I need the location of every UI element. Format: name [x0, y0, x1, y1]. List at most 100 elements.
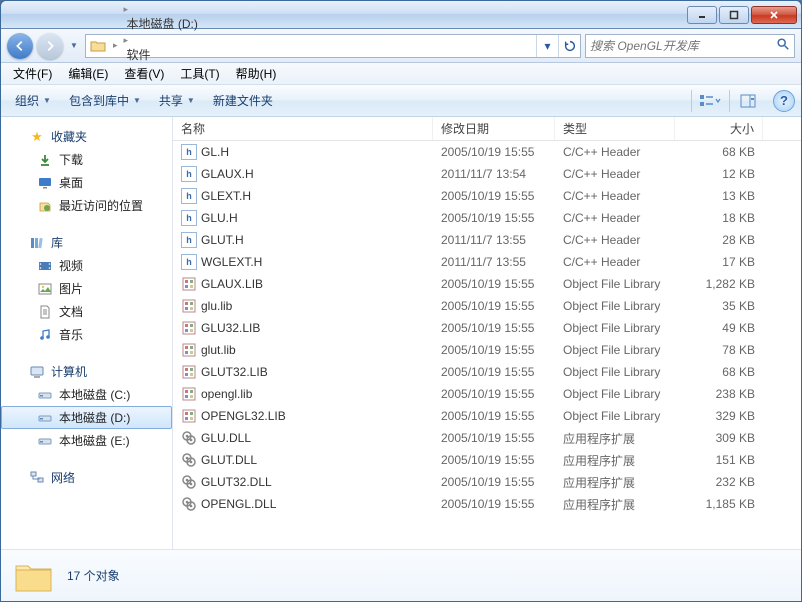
nav-documents[interactable]: 文档	[1, 300, 172, 323]
file-row[interactable]: GLUT32.LIB2005/10/19 15:55Object File Li…	[173, 361, 801, 383]
file-list-view[interactable]: 名称 修改日期 类型 大小 hGL.H2005/10/19 15:55C/C++…	[173, 117, 801, 549]
chevron-down-icon: ▼	[187, 96, 195, 105]
explorer-window: ▼ ▸ 计算机▸本地磁盘 (D:)▸软件▸OpenGL开发库▸ ▾ 文件(F) …	[0, 0, 802, 602]
back-arrow-icon	[13, 39, 27, 53]
file-row[interactable]: hGLU.H2005/10/19 15:55C/C++ Header18 KB	[173, 207, 801, 229]
file-row[interactable]: GLU.DLL2005/10/19 15:55应用程序扩展309 KB	[173, 427, 801, 449]
item-count-label: 17 个对象	[67, 567, 120, 584]
nav-favorites-group: ★收藏夹 下载 桌面 最近访问的位置	[1, 125, 172, 217]
file-row[interactable]: opengl.lib2005/10/19 15:55Object File Li…	[173, 383, 801, 405]
file-row[interactable]: hGLEXT.H2005/10/19 15:55C/C++ Header13 K…	[173, 185, 801, 207]
chevron-right-icon[interactable]: ▸	[121, 4, 132, 14]
nav-favorites-header[interactable]: ★收藏夹	[1, 125, 172, 148]
file-row[interactable]: GLAUX.LIB2005/10/19 15:55Object File Lib…	[173, 273, 801, 295]
nav-history-dropdown[interactable]: ▼	[67, 41, 81, 50]
file-name: OPENGL.DLL	[201, 497, 276, 511]
back-button[interactable]	[7, 33, 33, 59]
file-type-cell: Object File Library	[555, 341, 675, 359]
menu-help[interactable]: 帮助(H)	[228, 63, 285, 84]
file-row[interactable]: hGL.H2005/10/19 15:55C/C++ Header68 KB	[173, 141, 801, 163]
nav-libraries-group: 库 视频 图片 文档 音乐	[1, 231, 172, 346]
maximize-button[interactable]	[719, 6, 749, 24]
file-row[interactable]: hGLAUX.H2011/11/7 13:54C/C++ Header12 KB	[173, 163, 801, 185]
file-row[interactable]: hGLUT.H2011/11/7 13:55C/C++ Header28 KB	[173, 229, 801, 251]
file-size-cell: 68 KB	[675, 143, 763, 161]
nav-drive-c[interactable]: 本地磁盘 (C:)	[1, 383, 172, 406]
file-type-cell: 应用程序扩展	[555, 494, 675, 515]
network-icon	[29, 470, 45, 486]
preview-pane-button[interactable]	[729, 90, 765, 112]
menu-tools[interactable]: 工具(T)	[172, 63, 227, 84]
share-button[interactable]: 共享▼	[151, 88, 203, 113]
breadcrumb-segment[interactable]: 本地磁盘 (D:)	[121, 15, 212, 32]
nav-computer-header[interactable]: 计算机	[1, 360, 172, 383]
view-options-button[interactable]	[691, 90, 727, 112]
include-in-library-button[interactable]: 包含到库中▼	[61, 88, 149, 113]
file-size-cell: 13 KB	[675, 187, 763, 205]
nav-music[interactable]: 音乐	[1, 323, 172, 346]
file-date-cell: 2011/11/7 13:54	[433, 165, 555, 183]
search-box[interactable]	[585, 34, 795, 58]
help-button[interactable]: ?	[773, 90, 795, 112]
forward-button[interactable]	[37, 33, 63, 59]
nav-videos[interactable]: 视频	[1, 254, 172, 277]
search-icon[interactable]	[776, 37, 790, 54]
column-name[interactable]: 名称	[173, 117, 433, 140]
nav-desktop[interactable]: 桌面	[1, 171, 172, 194]
chevron-right-icon[interactable]: ▸	[121, 35, 132, 45]
nav-libraries-header[interactable]: 库	[1, 231, 172, 254]
chevron-down-icon: ▼	[133, 96, 141, 105]
file-name: OPENGL32.LIB	[201, 409, 286, 423]
nav-downloads[interactable]: 下载	[1, 148, 172, 171]
nav-network-header[interactable]: 网络	[1, 466, 172, 489]
address-dropdown-button[interactable]: ▾	[536, 35, 558, 57]
file-row[interactable]: GLUT.DLL2005/10/19 15:55应用程序扩展151 KB	[173, 449, 801, 471]
downloads-icon	[37, 152, 53, 168]
minimize-button[interactable]	[687, 6, 717, 24]
organize-button[interactable]: 组织▼	[7, 88, 59, 113]
file-row[interactable]: glu.lib2005/10/19 15:55Object File Libra…	[173, 295, 801, 317]
file-type-cell: 应用程序扩展	[555, 450, 675, 471]
new-folder-button[interactable]: 新建文件夹	[205, 88, 281, 113]
nav-drive-d[interactable]: 本地磁盘 (D:)	[1, 406, 172, 429]
column-date[interactable]: 修改日期	[433, 117, 555, 140]
folder-icon	[88, 38, 108, 54]
chevron-right-icon[interactable]: ▸	[110, 40, 121, 51]
file-name-cell: glut.lib	[173, 340, 433, 360]
drive-icon	[37, 387, 53, 403]
lib-file-icon	[181, 408, 197, 424]
nav-pictures[interactable]: 图片	[1, 277, 172, 300]
close-button[interactable]	[751, 6, 797, 24]
breadcrumb-segment[interactable]: 软件	[121, 46, 212, 63]
nav-drive-e[interactable]: 本地磁盘 (E:)	[1, 429, 172, 452]
file-row[interactable]: GLUT32.DLL2005/10/19 15:55应用程序扩展232 KB	[173, 471, 801, 493]
file-size-cell: 232 KB	[675, 473, 763, 491]
file-row[interactable]: glut.lib2005/10/19 15:55Object File Libr…	[173, 339, 801, 361]
file-name: GLUT32.LIB	[201, 365, 268, 379]
file-name-cell: OPENGL.DLL	[173, 494, 433, 514]
file-row[interactable]: OPENGL.DLL2005/10/19 15:55应用程序扩展1,185 KB	[173, 493, 801, 515]
view-icon	[699, 94, 721, 108]
toolbar: 组织▼ 包含到库中▼ 共享▼ 新建文件夹 ?	[1, 85, 801, 117]
refresh-button[interactable]	[558, 35, 580, 57]
file-row[interactable]: OPENGL32.LIB2005/10/19 15:55Object File …	[173, 405, 801, 427]
nav-computer-group: 计算机 本地磁盘 (C:) 本地磁盘 (D:) 本地磁盘 (E:)	[1, 360, 172, 452]
menu-view[interactable]: 查看(V)	[116, 63, 172, 84]
lib-file-icon	[181, 320, 197, 336]
file-name-cell: GLU.DLL	[173, 428, 433, 448]
column-type[interactable]: 类型	[555, 117, 675, 140]
details-pane: 17 个对象	[1, 549, 801, 601]
file-type-cell: Object File Library	[555, 275, 675, 293]
navigation-pane[interactable]: ★收藏夹 下载 桌面 最近访问的位置 库 视频 图片 文档 音乐 计算机 本地磁…	[1, 117, 173, 549]
breadcrumb-segment[interactable]: 计算机	[121, 0, 212, 1]
file-row[interactable]: hWGLEXT.H2011/11/7 13:55C/C++ Header17 K…	[173, 251, 801, 273]
menu-edit[interactable]: 编辑(E)	[60, 63, 116, 84]
nav-recent[interactable]: 最近访问的位置	[1, 194, 172, 217]
column-size[interactable]: 大小	[675, 117, 763, 140]
lib-file-icon	[181, 298, 197, 314]
menu-file[interactable]: 文件(F)	[5, 63, 60, 84]
address-bar[interactable]: ▸ 计算机▸本地磁盘 (D:)▸软件▸OpenGL开发库▸ ▾	[85, 34, 581, 58]
search-input[interactable]	[590, 39, 776, 53]
file-row[interactable]: GLU32.LIB2005/10/19 15:55Object File Lib…	[173, 317, 801, 339]
file-type-cell: C/C++ Header	[555, 165, 675, 183]
